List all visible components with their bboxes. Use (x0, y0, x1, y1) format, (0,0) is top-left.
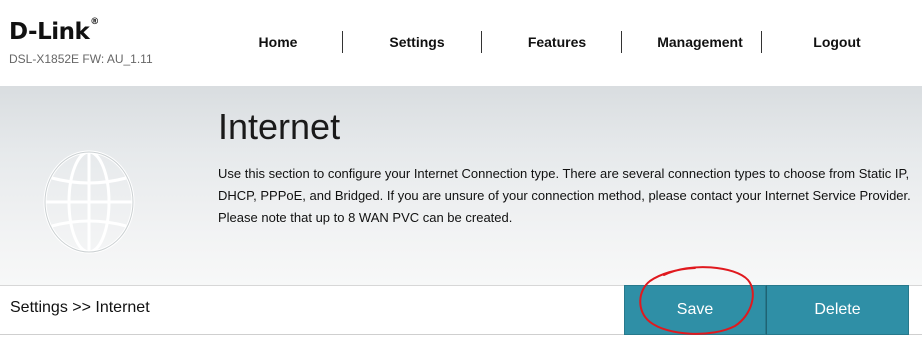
globe-icon (43, 150, 135, 254)
save-button[interactable]: Save (624, 285, 766, 335)
nav-divider (621, 31, 622, 53)
hero-panel: Internet Use this section to configure y… (0, 86, 922, 285)
nav-divider (342, 31, 343, 53)
model-firmware-info: DSL-X1852E FW: AU_1.11 (9, 52, 153, 66)
page-title: Internet (218, 106, 341, 147)
breadcrumb: Settings >> Internet (10, 299, 150, 316)
nav-divider (761, 31, 762, 53)
delete-button[interactable]: Delete (766, 285, 909, 335)
page-description: Use this section to configure your Inter… (218, 166, 911, 225)
nav-management[interactable]: Management (645, 31, 755, 53)
nav-settings[interactable]: Settings (372, 31, 462, 53)
nav-features[interactable]: Features (512, 31, 602, 53)
main-nav: Home Settings Features Management Logout (208, 31, 922, 53)
dlink-logo: D-Link® (9, 17, 99, 45)
action-bar: Settings >> Internet Save Delete (0, 285, 922, 335)
nav-logout[interactable]: Logout (792, 31, 882, 53)
nav-home[interactable]: Home (238, 31, 318, 53)
header: D-Link® DSL-X1852E FW: AU_1.11 Home Sett… (0, 0, 922, 86)
nav-divider (481, 31, 482, 53)
